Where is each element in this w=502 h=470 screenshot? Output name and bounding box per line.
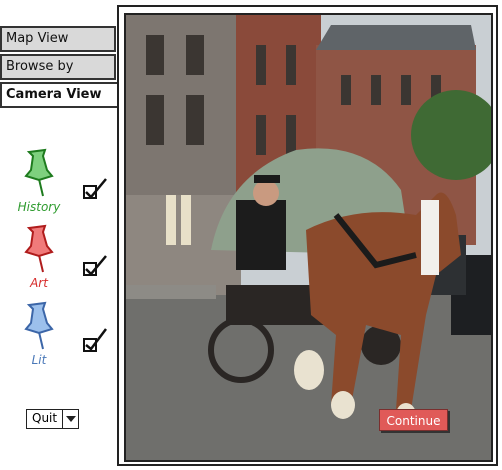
tab-camera-view[interactable]: Camera View — [0, 82, 118, 108]
filter-art-label: Art — [30, 276, 48, 290]
art-checkbox[interactable] — [82, 253, 108, 279]
continue-button[interactable]: Continue — [379, 409, 448, 431]
continue-label: Continue — [386, 414, 441, 428]
filter-art[interactable]: Art — [14, 224, 64, 290]
chevron-down-icon[interactable] — [63, 410, 78, 428]
quit-label: Quit — [27, 410, 64, 428]
filter-history[interactable]: History — [14, 148, 64, 214]
tab-browse-by-photos[interactable]: Browse by Photos — [0, 54, 116, 96]
filter-lit-label: Lit — [31, 353, 47, 367]
filter-history-label: History — [17, 200, 61, 214]
pushpin-icon — [24, 224, 54, 273]
filter-lit[interactable]: Lit — [14, 301, 64, 367]
lit-checkbox[interactable] — [82, 327, 108, 353]
history-checkbox[interactable] — [82, 176, 108, 202]
tab-camera-view-label: Camera View — [6, 87, 102, 102]
quit-dropdown[interactable]: Quit — [26, 409, 80, 429]
pushpin-icon — [24, 301, 54, 350]
tab-map-view-label: Map View — [6, 31, 69, 46]
tab-map-view[interactable]: Map View — [0, 26, 116, 52]
camera-photo — [124, 13, 493, 462]
pushpin-icon — [24, 148, 54, 197]
